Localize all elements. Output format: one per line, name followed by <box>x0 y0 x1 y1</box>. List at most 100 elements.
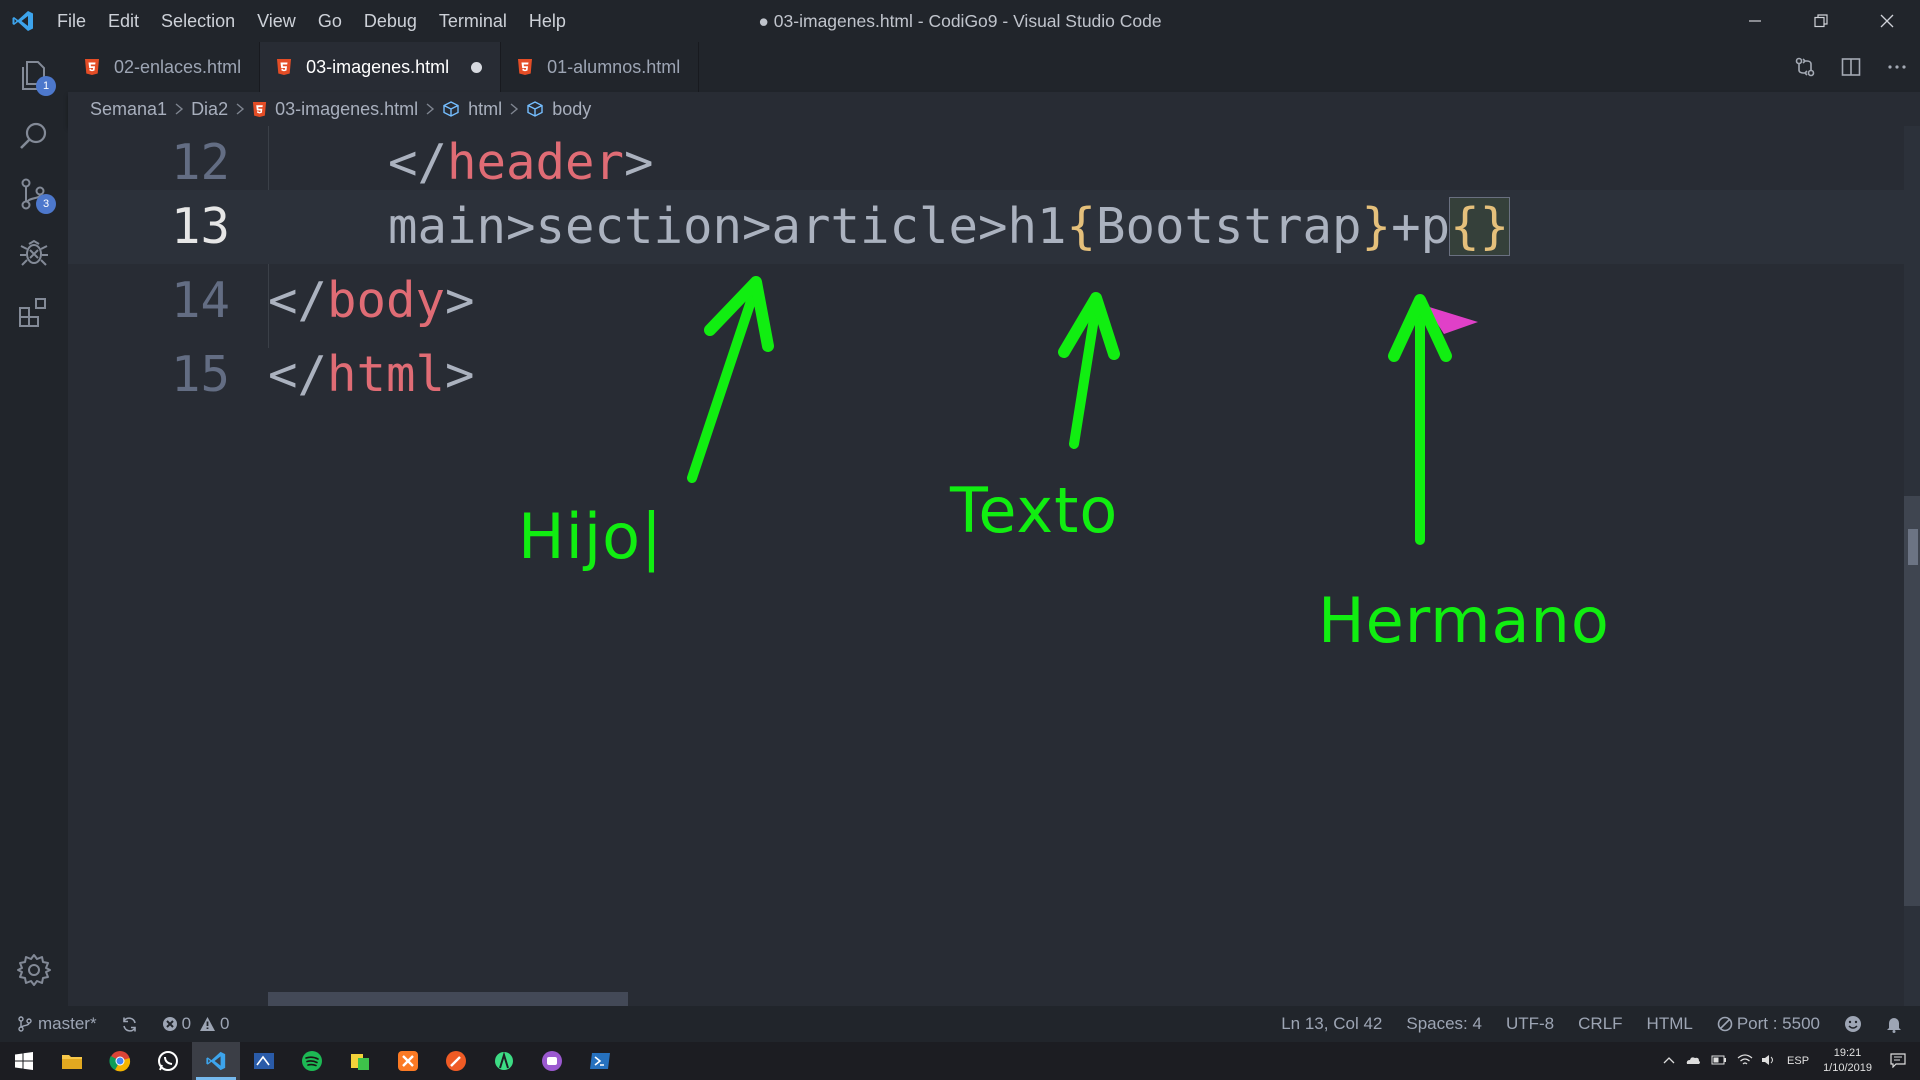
code-text: </header> <box>388 134 654 191</box>
tab-02-enlaces[interactable]: 02-enlaces.html <box>68 42 261 92</box>
powershell-icon <box>590 1053 610 1069</box>
battery-icon[interactable] <box>1711 1055 1727 1068</box>
live-server-port[interactable]: Port : 5500 <box>1705 1006 1832 1042</box>
problems-button[interactable]: 0 0 <box>150 1006 242 1042</box>
line-number: 12 <box>170 134 230 191</box>
close-button[interactable] <box>1854 0 1920 42</box>
end-of-line[interactable]: CRLF <box>1566 1006 1634 1042</box>
code-text: </body> <box>268 272 475 329</box>
menu-terminal[interactable]: Terminal <box>428 0 518 42</box>
taskbar-xampp[interactable] <box>384 1042 432 1080</box>
code-line-14[interactable]: 14 </body> <box>68 264 1904 338</box>
windows-taskbar: ESP 19:21 1/10/2019 <box>0 1042 1920 1080</box>
menu-file[interactable]: File <box>46 0 97 42</box>
html5-icon <box>276 58 292 76</box>
tab-03-imagenes[interactable]: 03-imagenes.html <box>260 42 502 92</box>
code-line-15[interactable]: 15 </html> <box>68 338 1904 412</box>
warning-icon <box>200 1017 216 1031</box>
snipping-tool-icon <box>254 1053 274 1069</box>
menu-selection[interactable]: Selection <box>150 0 246 42</box>
taskbar-android-studio[interactable] <box>480 1042 528 1080</box>
port-label: Port : 5500 <box>1736 1014 1820 1033</box>
taskbar-powershell[interactable] <box>576 1042 624 1080</box>
note-app-icon <box>351 1054 369 1070</box>
git-branch[interactable]: master* <box>0 1006 109 1042</box>
bell-icon <box>1887 1018 1901 1033</box>
open-changes-button[interactable] <box>1782 42 1828 92</box>
breadcrumb-item-dia2[interactable]: Dia2 <box>191 99 228 120</box>
compare-changes-icon <box>1795 57 1815 77</box>
tab-bar: 02-enlaces.html 03-imagenes.html 01-alum… <box>68 42 1920 92</box>
explorer-badge: 1 <box>36 76 56 96</box>
chevron-right-icon <box>509 102 519 116</box>
taskbar-snipping-tool[interactable] <box>240 1042 288 1080</box>
close-icon <box>1880 14 1894 28</box>
chevron-up-icon[interactable] <box>1663 1055 1675 1068</box>
taskbar-whatsapp[interactable] <box>144 1042 192 1080</box>
encoding[interactable]: UTF-8 <box>1494 1006 1566 1042</box>
warning-count: 0 <box>220 1014 230 1033</box>
onedrive-icon[interactable] <box>1685 1055 1701 1068</box>
code-line-12[interactable]: 12 </header> <box>68 126 1904 200</box>
line-number: 14 <box>170 272 230 329</box>
indentation[interactable]: Spaces: 4 <box>1394 1006 1494 1042</box>
menu-view[interactable]: View <box>246 0 307 42</box>
code-text: </html> <box>268 346 475 403</box>
split-editor-button[interactable] <box>1828 42 1874 92</box>
taskbar-spotify[interactable] <box>288 1042 336 1080</box>
menu-help[interactable]: Help <box>518 0 577 42</box>
sync-button[interactable] <box>109 1006 150 1042</box>
extensions-button[interactable] <box>0 278 68 346</box>
menu-debug[interactable]: Debug <box>353 0 428 42</box>
feedback-button[interactable] <box>1832 1006 1874 1042</box>
volume-icon[interactable] <box>1761 1054 1777 1069</box>
app-icon <box>542 1051 562 1071</box>
tab-01-alumnos[interactable]: 01-alumnos.html <box>501 42 700 92</box>
error-count: 0 <box>181 1014 192 1033</box>
cursor-position[interactable]: Ln 13, Col 42 <box>1269 1006 1394 1042</box>
branch-name: master* <box>38 1014 97 1033</box>
breadcrumb-item-file[interactable]: 03-imagenes.html <box>275 99 418 120</box>
menu-edit[interactable]: Edit <box>97 0 150 42</box>
taskbar-file-explorer[interactable] <box>48 1042 96 1080</box>
spotify-icon <box>302 1051 322 1071</box>
code-line-13[interactable]: 13 main>section>article>h1{Bootstrap}+p{… <box>68 190 1904 264</box>
breadcrumb-item-semana1[interactable]: Semana1 <box>90 99 167 120</box>
breadcrumb-item-body[interactable]: body <box>552 99 591 120</box>
action-center-icon[interactable] <box>1890 1052 1906 1071</box>
clock[interactable]: 19:21 1/10/2019 <box>1823 1046 1872 1076</box>
symbol-element-icon <box>442 101 460 117</box>
input-language[interactable]: ESP <box>1787 1055 1809 1067</box>
annotation-hijo: Hijo| <box>518 500 663 573</box>
chevron-right-icon <box>174 102 184 116</box>
restore-button[interactable] <box>1788 0 1854 42</box>
unsaved-dot-icon[interactable] <box>471 61 483 73</box>
minimize-button[interactable] <box>1722 0 1788 42</box>
breadcrumb-item-html[interactable]: html <box>468 99 502 120</box>
horizontal-scrollbar[interactable] <box>268 992 628 1006</box>
code-text: main>section>article>h1{Bootstrap}+p{} <box>388 197 1511 256</box>
taskbar-chrome[interactable] <box>96 1042 144 1080</box>
start-button[interactable] <box>0 1042 48 1080</box>
tab-label: 01-alumnos.html <box>547 56 681 77</box>
smiley-icon <box>1845 1016 1861 1032</box>
menu-go[interactable]: Go <box>307 0 353 42</box>
annotation-texto: Texto <box>950 474 1119 547</box>
language-mode[interactable]: HTML <box>1635 1006 1705 1042</box>
explorer-button[interactable]: 1 <box>0 42 68 110</box>
gear-icon <box>17 954 51 986</box>
chrome-icon <box>109 1051 131 1072</box>
debug-button[interactable] <box>0 218 68 286</box>
minimize-icon <box>1749 20 1761 22</box>
more-actions-button[interactable] <box>1874 42 1920 92</box>
settings-button[interactable] <box>0 936 68 1004</box>
tag-name-body: body <box>327 272 446 329</box>
taskbar-postman[interactable] <box>432 1042 480 1080</box>
breadcrumb: Semana1 Dia2 03-imagenes.html html body <box>68 92 1920 126</box>
taskbar-vscode[interactable] <box>192 1042 240 1080</box>
code-editor[interactable]: 12 </header> 13 main>section>article>h1{… <box>68 126 1920 1006</box>
taskbar-purple-app[interactable] <box>528 1042 576 1080</box>
taskbar-sticky-app[interactable] <box>336 1042 384 1080</box>
wifi-icon[interactable] <box>1737 1053 1753 1069</box>
notifications-button[interactable] <box>1874 1006 1920 1042</box>
